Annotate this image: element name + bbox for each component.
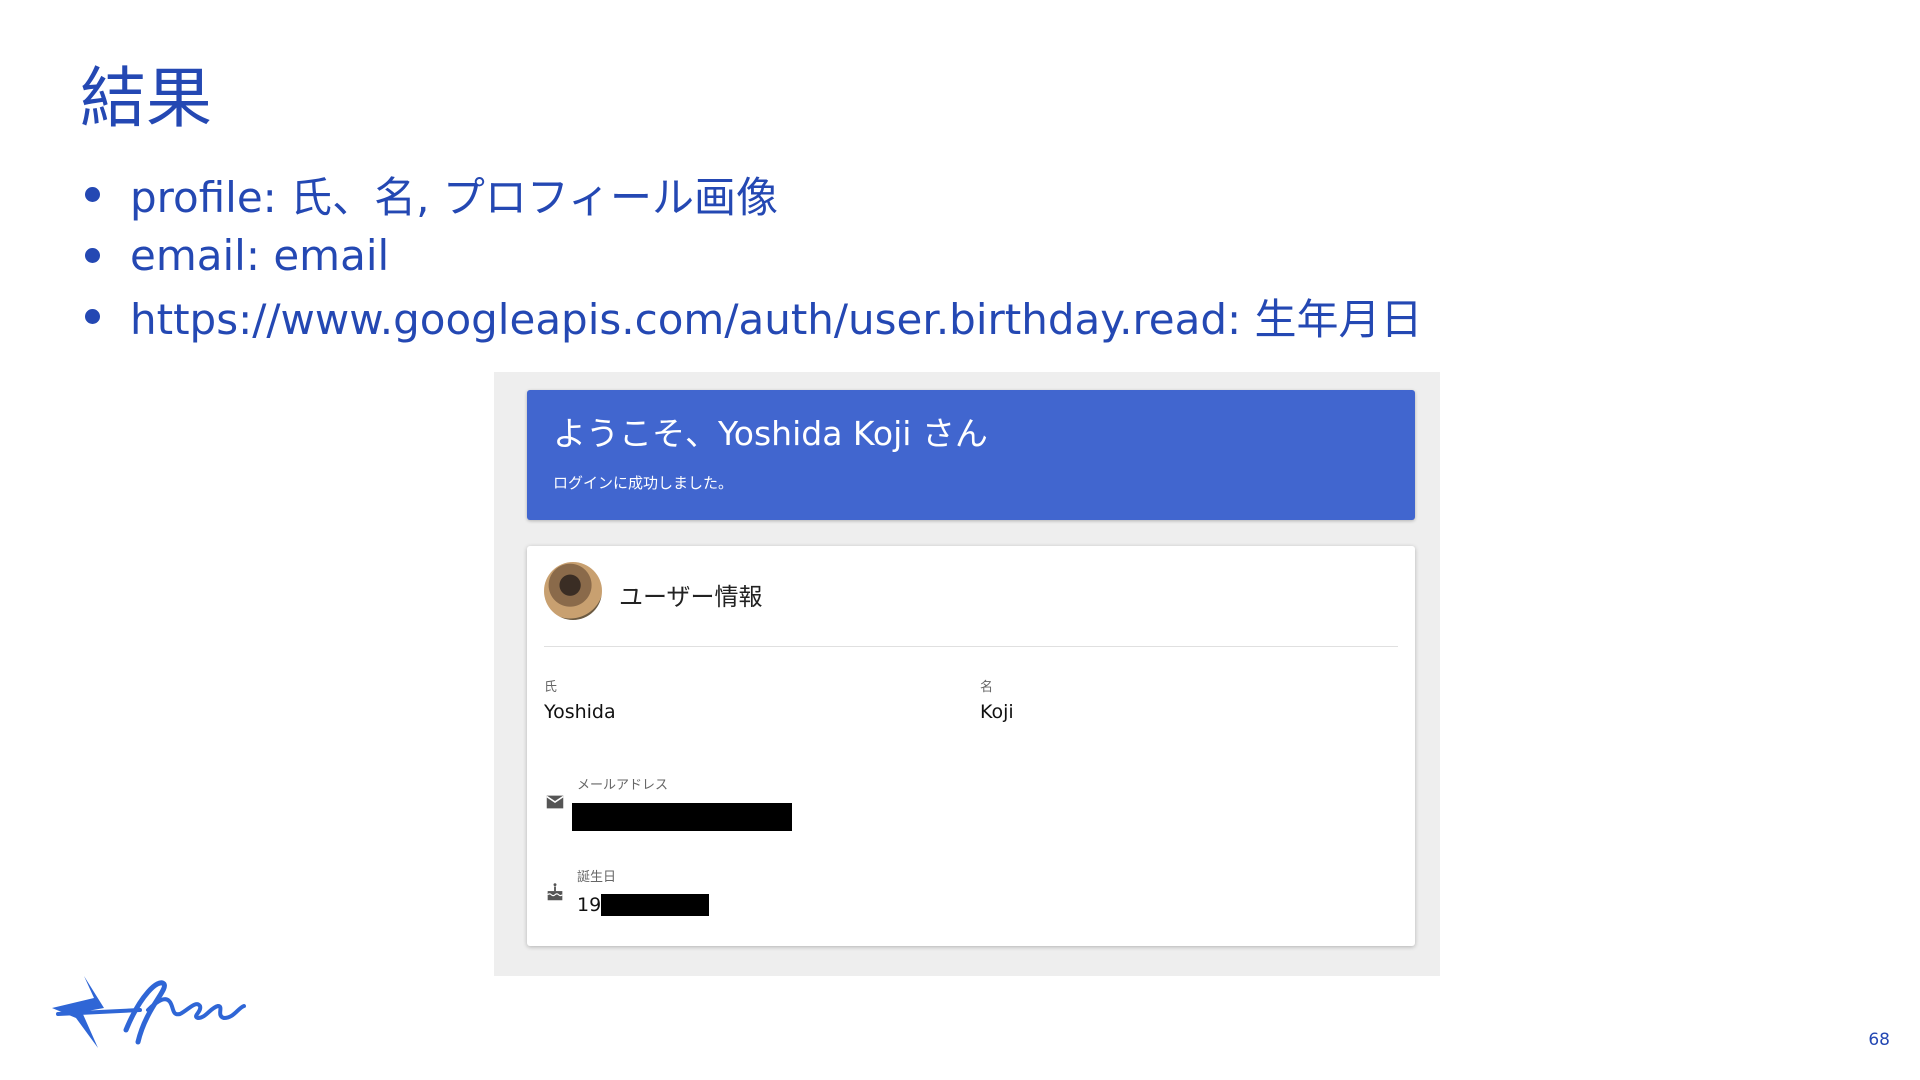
birthday-value-prefix: 19	[577, 894, 602, 916]
bullet-text: https://www.googleapis.com/auth/user.bir…	[130, 295, 1423, 344]
app-screenshot: ようこそ、Yoshida Koji さん ログインに成功しました。 ユーザー情報…	[494, 372, 1440, 976]
slide-title: 結果	[80, 60, 212, 137]
bullet-item: https://www.googleapis.com/auth/user.bir…	[80, 286, 1423, 347]
email-label: メールアドレス	[577, 778, 669, 793]
avatar	[544, 562, 602, 620]
first-name-label: 名	[980, 680, 994, 695]
welcome-title: ようこそ、Yoshida Koji さん	[553, 414, 988, 453]
last-name-value: Yoshida	[544, 701, 616, 723]
birthday-value-redacted	[601, 894, 709, 916]
email-value-redacted	[572, 803, 792, 831]
birthday-label: 誕生日	[577, 870, 617, 885]
divider	[544, 646, 1398, 647]
page-number: 68	[1868, 1030, 1890, 1050]
bullet-item: email: email	[80, 225, 1423, 286]
bullet-dot	[85, 187, 100, 202]
first-name-value: Koji	[980, 701, 1014, 723]
bullet-text: email: email	[130, 231, 390, 280]
user-info-title: ユーザー情報	[619, 583, 763, 611]
bullet-list: profile: 氏、名, プロフィール画像 email: email http…	[80, 164, 1423, 347]
cake-icon	[547, 883, 563, 901]
freee-logo	[52, 976, 246, 1048]
mail-icon	[546, 795, 564, 809]
bullet-text: profile: 氏、名, プロフィール画像	[130, 173, 779, 222]
bullet-dot	[85, 248, 100, 263]
last-name-label: 氏	[544, 680, 558, 695]
slide: 結果 profile: 氏、名, プロフィール画像 email: email h…	[0, 0, 1920, 1080]
welcome-subtitle: ログインに成功しました。	[553, 474, 734, 492]
welcome-banner: ようこそ、Yoshida Koji さん ログインに成功しました。	[527, 390, 1415, 520]
user-info-card: ユーザー情報 氏 Yoshida 名 Koji メールアドレス 誕生日 19	[527, 546, 1415, 946]
bullet-item: profile: 氏、名, プロフィール画像	[80, 164, 1423, 225]
bullet-dot	[85, 309, 100, 324]
